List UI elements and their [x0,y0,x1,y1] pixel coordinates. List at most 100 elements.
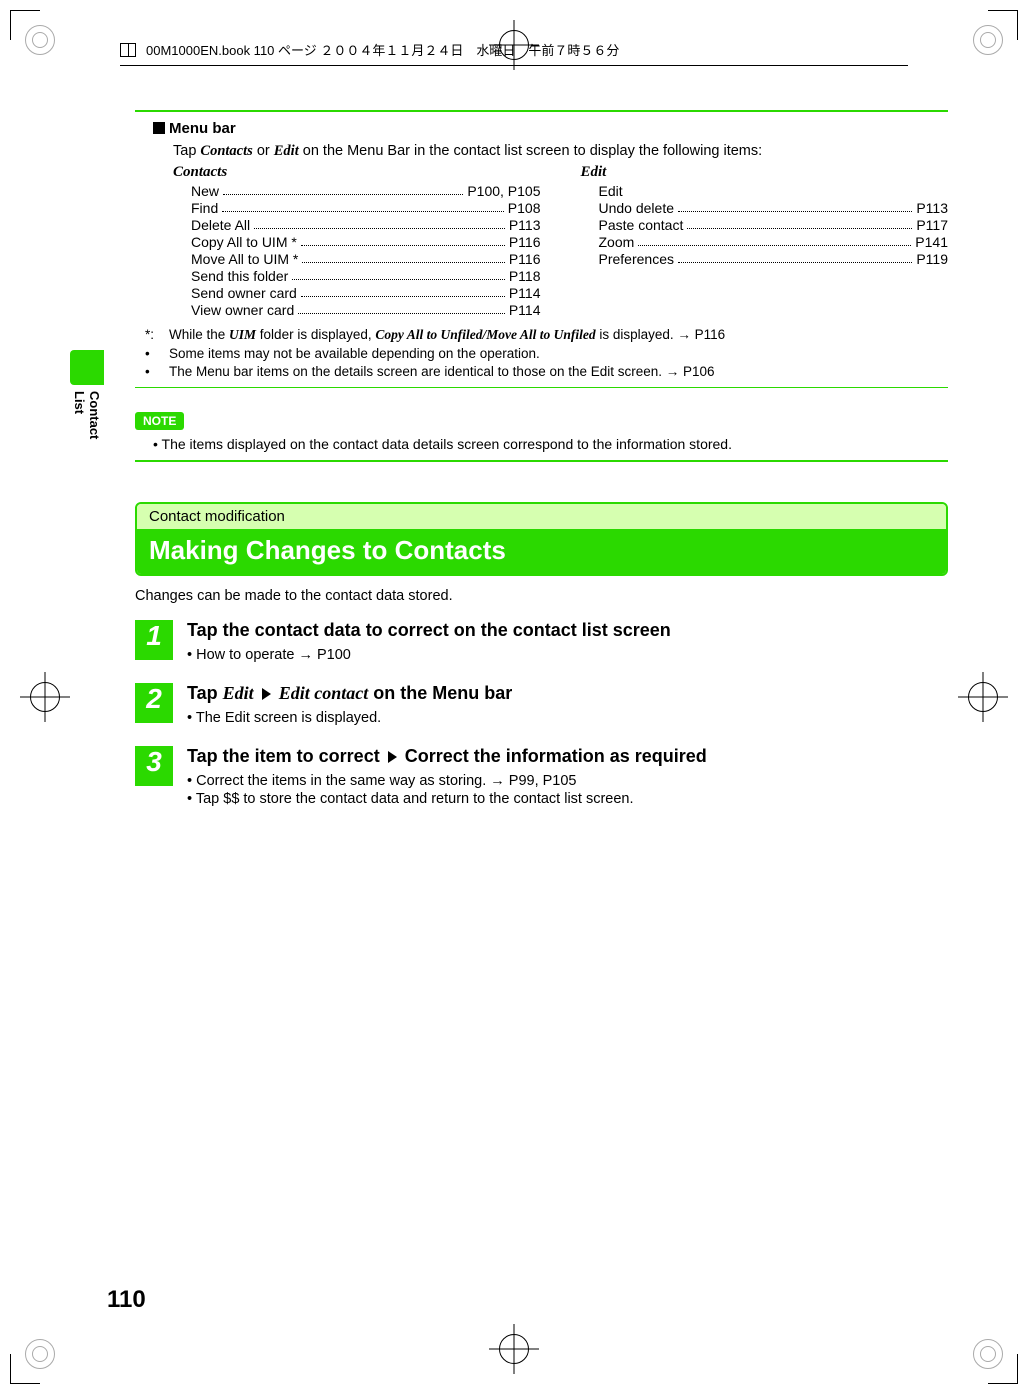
note-text: The items displayed on the contact data … [153,436,948,452]
section-title: Making Changes to Contacts [137,529,946,574]
menu-entry-page: P141 [915,234,948,250]
menu-entry-label: Send this folder [191,268,288,284]
menu-entry-label: Paste contact [599,217,684,233]
menu-entry-page: P113 [916,200,948,216]
step-3-bullets: Correct the items in the same way as sto… [187,773,948,807]
foot1-uim: UIM [229,327,256,342]
menu-entry-label: Undo delete [599,200,675,216]
note-label: NOTE [135,412,184,430]
menu-entry-label: Edit [599,183,623,199]
step-3: 3 Tap the item to correct Correct the in… [135,746,948,809]
menu-entry: View owner card P114 [191,302,541,318]
contacts-column-head: Contacts [173,164,541,181]
reg-cross-right [958,672,1008,722]
menu-entry-page: P119 [916,251,948,267]
step-2-head-edit: Edit [223,683,254,703]
step-bullet: How to operate → P100 [187,647,948,663]
leader-dots [223,183,463,195]
leader-dots [678,251,912,263]
menu-entry: FindP108 [191,200,541,216]
leader-dots [301,234,505,246]
leader-dots [638,234,911,246]
menu-entry-page: P113 [509,217,541,233]
reg-circle-tl [25,25,55,55]
step-2-head-editcontact: Edit contact [279,683,369,703]
step-bullet: Correct the items in the same way as sto… [187,773,948,789]
menu-entry-label: Move All to UIM * [191,251,298,267]
menu-entry-label: Send owner card [191,285,297,301]
menu-entry: Move All to UIM *P116 [191,251,541,267]
footnote-bullet-1-text: Some items may not be available dependin… [169,346,948,361]
reg-cross-left [20,672,70,722]
leader-dots [301,285,505,297]
menu-intro-a: Tap [173,143,200,159]
foot1-b: folder is displayed, [256,327,375,342]
step-1-num: 1 [135,620,173,660]
section-box: Contact modification Making Changes to C… [135,502,948,576]
book-icon [120,43,136,57]
menu-bar-heading-text: Menu bar [169,120,236,137]
footnote-bullet-2: • The Menu bar items on the details scre… [145,364,948,379]
menu-entry-label: Preferences [599,251,674,267]
step-3-head-a: Tap the item to correct [187,746,385,766]
menu-footnotes: *: While the UIM folder is displayed, Co… [135,327,948,379]
leader-dots [678,200,912,212]
menu-entry-label: Find [191,200,218,216]
footnote-bullet-2-text: The Menu bar items on the details screen… [169,364,948,379]
menu-entry-page: P114 [509,285,541,301]
menu-entry-page: P116 [509,234,541,250]
step-2-bullets: The Edit screen is displayed. [187,710,948,726]
menu-entry: ZoomP141 [599,234,949,250]
edit-column-list: EditUndo deleteP113Paste contactP117Zoom… [581,183,949,267]
step-2-head: Tap Edit Edit contact on the Menu bar [187,683,948,704]
footnote-star: *: While the UIM folder is displayed, Co… [145,327,948,343]
leader-dots [302,251,504,263]
leader-dots [292,268,505,280]
leader-dots [687,217,912,229]
foot1-c: is displayed. → P116 [596,327,726,342]
menu-entry-label: View owner card [191,302,294,318]
file-info-text: 00M1000EN.book 110 ページ ２００４年１１月２４日 水曜日 午… [146,40,619,59]
menu-entry: Preferences P119 [599,251,949,267]
contacts-column: Contacts New P100, P105FindP108Delete All… [173,164,541,319]
leader-dots [222,200,504,212]
contacts-column-list: NewP100, P105FindP108Delete AllP113Copy … [173,183,541,318]
menu-entry: Delete AllP113 [191,217,541,233]
menu-intro-b: on the Menu Bar in the contact list scre… [299,143,762,159]
page-number: 110 [107,1286,146,1314]
footnote-bullet-2-label: • [145,364,169,379]
step-bullet: Tap $$ to store the contact data and ret… [187,791,948,807]
menu-intro-edit: Edit [274,143,299,159]
menu-entry-label: New [191,183,219,199]
step-1: 1 Tap the contact data to correct on the… [135,620,948,665]
step-2-head-a: Tap [187,683,223,703]
section-subtitle: Contact modification [137,504,946,529]
menu-entry: Undo delete P113 [599,200,949,216]
triangle-icon [262,688,271,700]
side-tab-label: Contact List [72,391,102,450]
reg-circle-bl [25,1339,55,1369]
menu-entry-page: P118 [509,268,541,284]
square-bullet-icon [153,122,165,134]
menu-bar-heading: Menu bar [153,120,948,137]
step-bullet: The Edit screen is displayed. [187,710,948,726]
reg-circle-tr [973,25,1003,55]
edit-column: Edit EditUndo deleteP113Paste contactP11… [581,164,949,319]
step-3-head-b: Correct the information as required [400,746,707,766]
leader-dots [254,217,505,229]
footnote-bullet-1-label: • [145,346,169,361]
section-intro: Changes can be made to the contact data … [135,588,948,604]
step-1-bullets: How to operate → P100 [187,647,948,663]
menu-columns: Contacts New P100, P105FindP108Delete All… [173,164,948,319]
menu-entry: Send owner card P114 [191,285,541,301]
triangle-icon [388,751,397,763]
menu-entry-page: P100, P105 [467,183,540,199]
foot1-copy: Copy All to Unfiled/Move All to Unfiled [375,327,595,342]
step-3-num: 3 [135,746,173,786]
menu-entry-page: P114 [509,302,541,318]
menu-entry: Send this folder P118 [191,268,541,284]
step-2-head-b: on the Menu bar [368,683,512,703]
menu-intro: Tap Contacts or Edit on the Menu Bar in … [173,143,948,160]
file-header: 00M1000EN.book 110 ページ ２００４年１１月２４日 水曜日 午… [120,40,908,66]
divider-mid [135,387,948,388]
